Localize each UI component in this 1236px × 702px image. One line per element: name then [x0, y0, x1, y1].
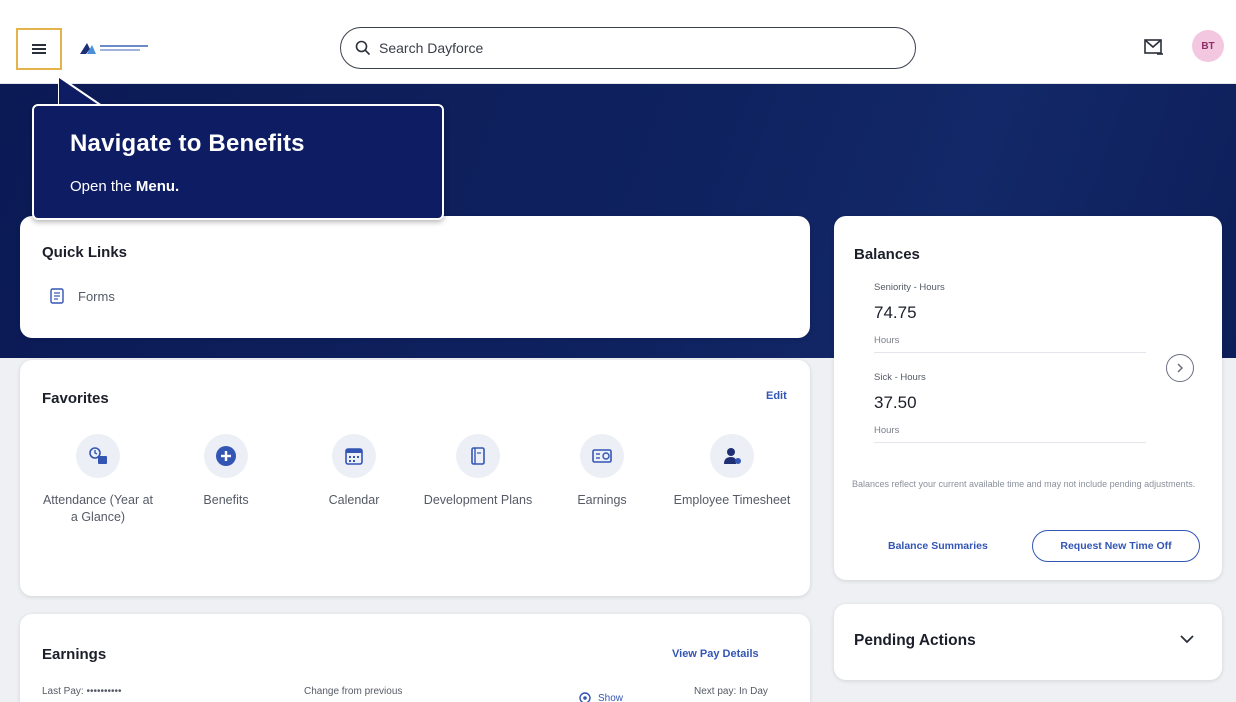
balance-summaries-link[interactable]: Balance Summaries [888, 540, 988, 552]
quick-links-title: Quick Links [42, 244, 128, 261]
menu-button[interactable] [16, 28, 62, 70]
earnings-card: Earnings View Pay Details Last Pay: ••••… [20, 614, 810, 702]
request-time-off-button[interactable]: Request New Time Off [1032, 530, 1200, 562]
balances-next-button[interactable] [1166, 354, 1194, 382]
calendar-icon [332, 434, 376, 478]
quick-link-label: Forms [78, 288, 115, 304]
favorite-label: Employee Timesheet [673, 493, 791, 507]
favorite-label: Development Plans [423, 493, 533, 507]
favorite-benefits[interactable]: Benefits [166, 434, 286, 509]
view-pay-details-link[interactable]: View Pay Details [672, 648, 759, 660]
last-pay-text: Last Pay: •••••••••• [42, 686, 122, 697]
favorite-earnings[interactable]: Earnings [542, 434, 662, 509]
form-icon [50, 288, 64, 304]
balance-name: Sick - Hours [874, 372, 926, 383]
eye-icon [579, 692, 591, 702]
earnings-icon [580, 434, 624, 478]
balances-card: Balances Seniority - Hours 74.75 Hours S… [834, 216, 1222, 580]
search-input[interactable] [379, 40, 879, 56]
tooltip-body: Open the Menu. [70, 178, 406, 195]
show-amount-button[interactable]: Show [578, 692, 623, 702]
pending-actions-title: Pending Actions [854, 632, 976, 649]
balances-note: Balances reflect your current available … [852, 479, 1196, 489]
favorite-label: Attendance (Year at a Glance) [42, 493, 154, 524]
show-label: Show [598, 692, 624, 702]
favorite-label: Earnings [577, 493, 627, 507]
favorite-development-plans[interactable]: Development Plans [418, 434, 538, 509]
chevron-down-icon[interactable] [1180, 634, 1194, 644]
balance-unit: Hours [874, 335, 900, 346]
earnings-title: Earnings [42, 646, 107, 663]
attendance-icon [76, 434, 120, 478]
favorite-attendance[interactable]: Attendance (Year at a Glance) [38, 434, 158, 526]
tooltip-body-text: Open the [70, 178, 136, 195]
favorites-card: Favorites Edit Attendance (Year at a Gla… [20, 360, 810, 596]
favorite-calendar[interactable]: Calendar [294, 434, 414, 509]
quick-link-forms[interactable]: Forms [50, 288, 115, 304]
balance-value: 74.75 [874, 303, 917, 322]
search-icon [355, 40, 371, 56]
change-from-previous-text: Change from previous [304, 686, 403, 697]
employee-timesheet-icon [710, 434, 754, 478]
tooltip-title: Navigate to Benefits [70, 130, 305, 157]
mail-icon[interactable] [1144, 39, 1164, 56]
favorites-edit-link[interactable]: Edit [766, 390, 787, 402]
development-plans-icon [456, 434, 500, 478]
search-bar[interactable] [340, 27, 916, 69]
benefits-plus-icon [204, 434, 248, 478]
balances-title: Balances [854, 246, 920, 263]
balance-value: 37.50 [874, 393, 917, 412]
favorite-employee-timesheet[interactable]: Employee Timesheet [672, 434, 792, 509]
pending-actions-card[interactable]: Pending Actions [834, 604, 1222, 680]
balance-row: Sick - Hours 37.50 Hours [874, 372, 1146, 443]
balance-row: Seniority - Hours 74.75 Hours [874, 282, 1146, 353]
tooltip-body-emphasis: Menu. [135, 178, 180, 195]
balance-unit: Hours [874, 425, 900, 436]
favorite-label: Benefits [203, 493, 249, 507]
favorite-label: Calendar [328, 493, 380, 507]
user-avatar[interactable]: BT [1192, 30, 1224, 62]
next-pay-text: Next pay: In Day [694, 686, 768, 697]
balance-name: Seniority - Hours [874, 282, 945, 293]
chevron-right-icon [1177, 363, 1184, 373]
company-logo [80, 43, 148, 54]
hamburger-icon [32, 44, 46, 54]
favorites-title: Favorites [42, 390, 109, 407]
quick-links-card: Quick Links Forms [20, 216, 810, 338]
guidance-tooltip: Navigate to Benefits Open the Menu. [32, 104, 444, 220]
top-bar: BT [0, 0, 1236, 84]
